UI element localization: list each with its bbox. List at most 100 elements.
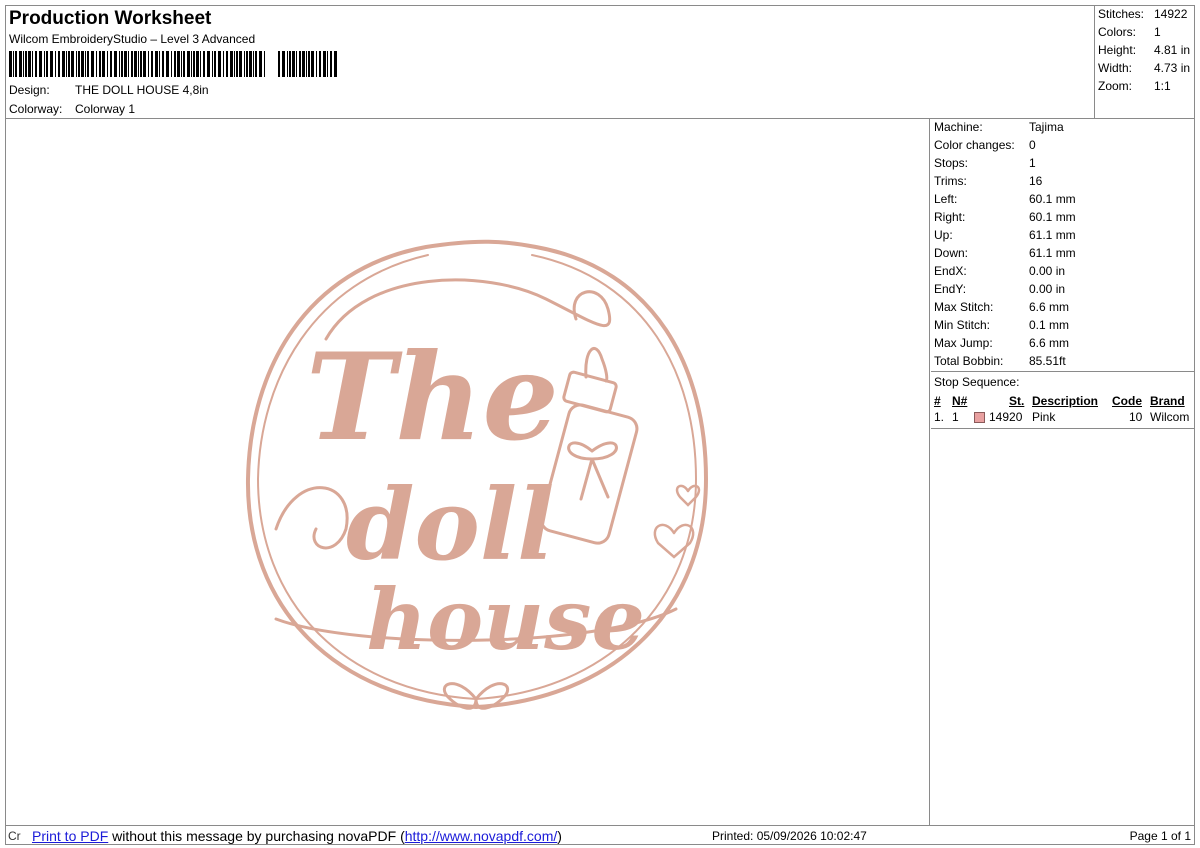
barcode-bar: [110, 51, 112, 77]
machine-info-label: Total Bobbin:: [934, 354, 1004, 368]
col-n-header: N#: [952, 394, 968, 408]
machine-info-value: 85.51ft: [1029, 354, 1066, 368]
barcode-bar: [181, 51, 182, 77]
stitches-row: Stitches: 14922: [1098, 7, 1187, 21]
machine-info-row: Max Jump: 6.6 mm: [934, 336, 1069, 350]
machine-info-value: 0.1 mm: [1029, 318, 1070, 332]
barcode-bar: [162, 51, 164, 77]
barcode-bar: [299, 51, 301, 77]
footer-cut-text: Cr: [8, 829, 21, 843]
barcode-bar: [85, 51, 86, 77]
machine-info-value: 0.00 in: [1029, 282, 1066, 296]
barcode-bar: [87, 51, 89, 77]
machine-info-label: EndX:: [934, 264, 967, 278]
col-description-header: Description: [1032, 394, 1099, 408]
machine-info-value: 61.1 mm: [1029, 246, 1076, 260]
novapdf-url-link[interactable]: http://www.novapdf.com/: [405, 828, 558, 844]
machine-info-label: EndY:: [934, 282, 967, 296]
colorway-value: Colorway 1: [75, 102, 136, 116]
col-st-header: St.: [1009, 394, 1025, 408]
novapdf-message-text: without this message by purchasing novaP…: [108, 828, 405, 844]
barcode-bar: [62, 51, 65, 77]
barcode-bar: [308, 51, 310, 77]
machine-info-label: Color changes:: [934, 138, 1015, 152]
width-row: Width: 4.73 in: [1098, 61, 1190, 75]
machine-info-row: Max Stitch: 6.6 mm: [934, 300, 1069, 314]
barcode-bar: [28, 51, 31, 77]
machine-info-panel: Total Bobbin: 85.51ft Max Jump: 6.6 mm Min S…: [931, 119, 1194, 825]
col-num-header: #: [934, 394, 941, 408]
barcode-bar: [124, 51, 127, 77]
stop-sequence-table: # N# St. Description Code Brand 1. 1 149…: [931, 392, 1194, 429]
barcode-bar: [9, 51, 12, 77]
machine-info-value: 0.00 in: [1029, 264, 1066, 278]
barcode-bar: [134, 51, 137, 77]
barcode-bar: [50, 51, 53, 77]
row-stitches: 14920: [989, 410, 1023, 424]
barcode-bar: [46, 51, 48, 77]
machine-info-row: EndX: 0.00 in: [934, 264, 1065, 278]
barcode-bar: [99, 51, 101, 77]
barcode-bar: [107, 51, 108, 77]
barcode-bar: [55, 51, 56, 77]
print-to-pdf-link[interactable]: Print to PDF: [32, 828, 108, 844]
width-value: 4.73 in: [1154, 61, 1191, 75]
barcode-bar: [193, 51, 195, 77]
machine-info-value: 16: [1029, 174, 1043, 188]
barcode-bar: [327, 51, 328, 77]
table-header: # N# St. Description Code Brand: [931, 392, 1194, 410]
machine-info-row: Stops: 1: [934, 156, 1036, 170]
stitches-label: Stitches:: [1098, 7, 1145, 21]
barcode-bar: [121, 51, 123, 77]
barcode-bar: [66, 51, 67, 77]
artwork-line-doll: doll: [346, 468, 554, 583]
printed-timestamp: Printed: 05/09/2026 10:02:47: [712, 829, 867, 843]
machine-info-label: Stops:: [934, 156, 969, 170]
machine-info-row: Down: 61.1 mm: [934, 246, 1076, 260]
barcode-bar: [13, 51, 14, 77]
barcode-bar: [226, 51, 228, 77]
barcode-bar: [155, 51, 158, 77]
barcode-bar: [316, 51, 317, 77]
barcode-bar: [148, 51, 149, 77]
summary-box: Stitches: 14922 Colors: 1 Height: 4.81 in W…: [1094, 6, 1194, 118]
barcode-bar: [35, 51, 37, 77]
worksheet-page: Production Worksheet Wilcom EmbroiderySt…: [5, 5, 1195, 845]
bow: [567, 441, 618, 501]
barcode-bar: [183, 51, 185, 77]
machine-info-value: 1: [1029, 156, 1036, 170]
design-row: Design: THE DOLL HOUSE 4,8in: [9, 83, 209, 97]
barcode-bar: [334, 51, 337, 77]
barcode-bar: [330, 51, 332, 77]
software-name: Wilcom EmbroideryStudio – Level 3 Advanc…: [9, 32, 256, 46]
colors-label: Colors:: [1098, 25, 1137, 39]
machine-info-value: 60.1 mm: [1029, 210, 1076, 224]
zoom-label: Zoom:: [1098, 79, 1133, 93]
barcode-bar: [214, 51, 216, 77]
barcode-bar: [296, 51, 297, 77]
colors-row: Colors: 1: [1098, 25, 1161, 39]
barcode-bar: [44, 51, 45, 77]
barcode-bar: [114, 51, 117, 77]
barcode-bar: [289, 51, 291, 77]
row-code: 10: [1129, 410, 1143, 424]
machine-info-label: Down:: [934, 246, 969, 260]
barcode-bar: [191, 51, 192, 77]
barcode-bar: [39, 51, 42, 77]
barcode-bar: [255, 51, 257, 77]
barcode-bar: [128, 51, 129, 77]
barcode-bar: [143, 51, 146, 77]
novapdf-message-end: ): [557, 828, 562, 844]
barcode-bar: [223, 51, 224, 77]
barcode-bar: [76, 51, 77, 77]
machine-info-row: EndY: 0.00 in: [934, 282, 1065, 296]
barcode-bar: [81, 51, 84, 77]
design-label: Design:: [9, 83, 50, 97]
barcode-bar: [159, 51, 160, 77]
colors-value: 1: [1154, 25, 1161, 39]
page-footer: Cr Print to PDF without this message by …: [6, 825, 1194, 845]
barcode-bar: [68, 51, 70, 77]
colorway-row: Colorway: Colorway 1: [9, 102, 135, 116]
machine-info-label: Left:: [934, 192, 958, 206]
page-number: Page 1 of 1: [1129, 829, 1191, 843]
